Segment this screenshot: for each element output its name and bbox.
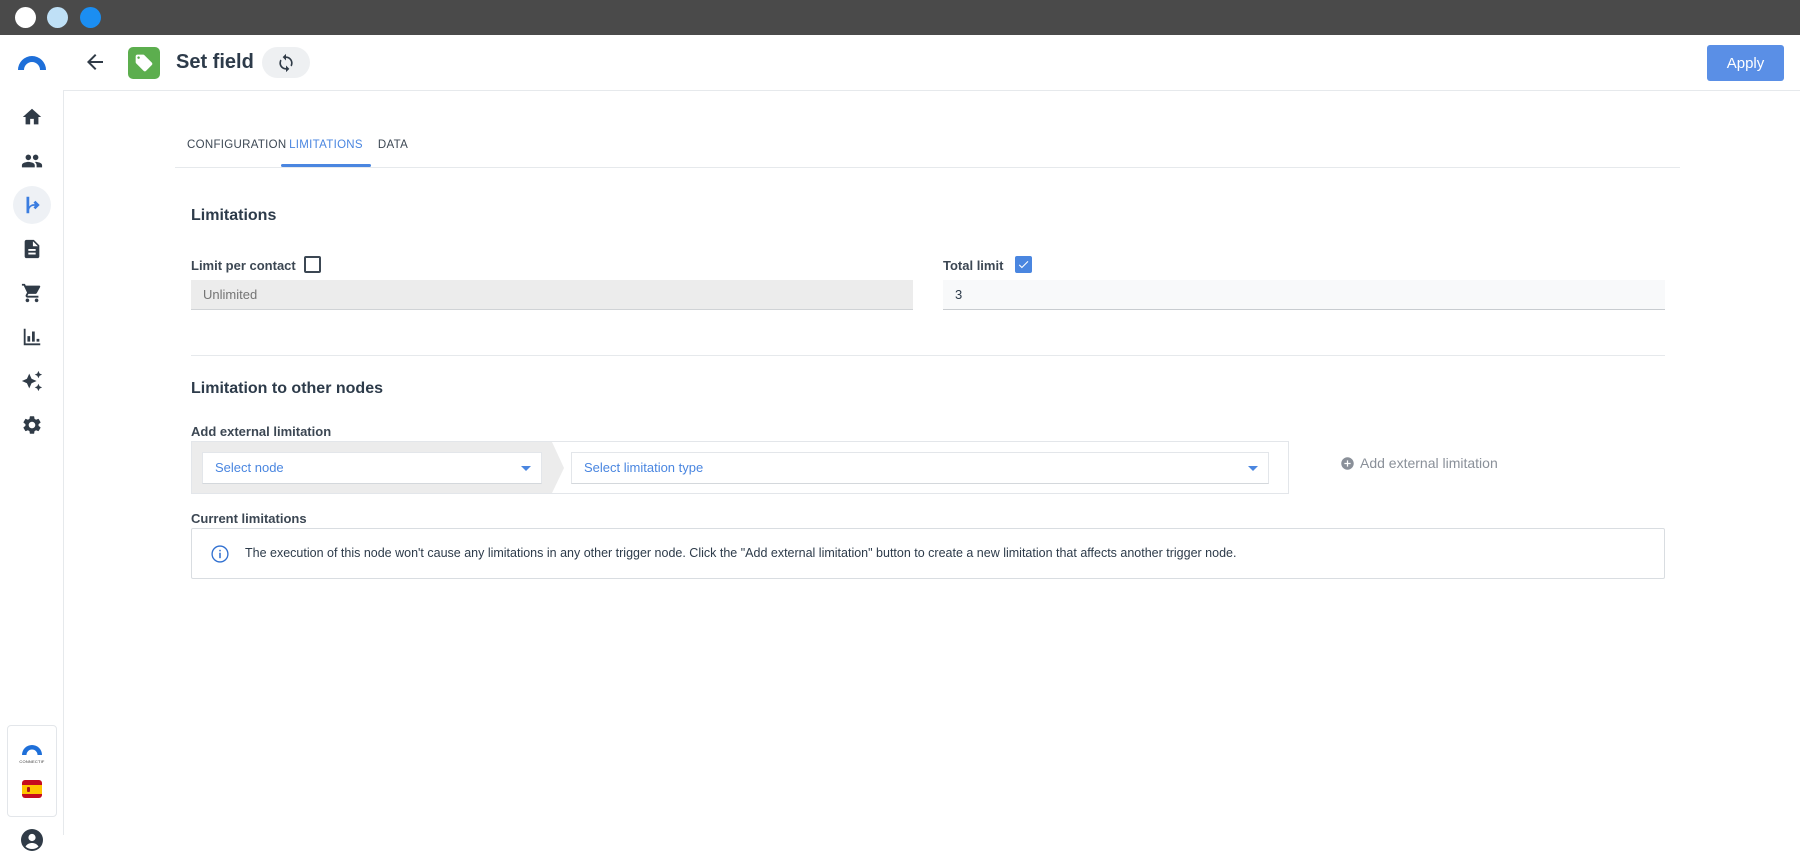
- select-limitation-type-dropdown[interactable]: Select limitation type: [571, 452, 1269, 484]
- sidebar-item-documents[interactable]: [13, 230, 51, 268]
- home-icon: [22, 108, 42, 125]
- swap-node-button[interactable]: [262, 47, 310, 78]
- cart-icon: [21, 283, 41, 303]
- window-maximize-button[interactable]: [80, 7, 101, 28]
- gear-icon: [23, 416, 41, 434]
- sparkles-icon: [21, 370, 43, 392]
- other-nodes-title: Limitation to other nodes: [191, 380, 383, 397]
- tab-bar: CONFIGURATION LIMITATIONS DATA: [175, 130, 1680, 168]
- tag-icon: [135, 54, 153, 72]
- apply-button[interactable]: Apply: [1707, 45, 1784, 81]
- select-node-dropdown[interactable]: Select node: [202, 452, 542, 484]
- flow-branch-icon: [26, 196, 40, 214]
- total-limit-label: Total limit: [943, 258, 1004, 273]
- sidebar-item-home[interactable]: [13, 98, 51, 136]
- app-logo-icon[interactable]: [16, 52, 48, 72]
- add-external-limitation-label: Add external limitation: [191, 424, 332, 439]
- sidebar: CONNECTIF: [0, 35, 64, 851]
- user-profile-icon[interactable]: [20, 828, 44, 852]
- select-limitation-type-placeholder: Select limitation type: [584, 460, 704, 475]
- section-divider: [191, 355, 1665, 356]
- sidebar-item-ai[interactable]: [13, 362, 51, 400]
- limit-per-contact-input[interactable]: [191, 280, 913, 310]
- add-external-limitation-button[interactable]: Add external limitation: [1340, 454, 1498, 472]
- tab-limitations[interactable]: LIMITATIONS: [281, 130, 371, 167]
- tab-configuration[interactable]: CONFIGURATION: [187, 130, 286, 167]
- current-limitations-label: Current limitations: [191, 511, 307, 526]
- total-limit-checkbox[interactable]: [1015, 256, 1032, 273]
- chevron-down-icon: [1248, 466, 1258, 471]
- brand-logo-icon: [22, 745, 42, 755]
- sidebar-item-analytics[interactable]: [13, 318, 51, 356]
- page-title: Set field: [176, 51, 254, 73]
- page-header: Set field Apply: [63, 35, 1800, 91]
- limitations-title: Limitations: [191, 207, 277, 224]
- back-arrow-icon[interactable]: [83, 50, 107, 74]
- spain-flag-icon[interactable]: [22, 780, 42, 798]
- node-type-badge: [128, 47, 160, 79]
- external-limitation-panel: Select node Select limitation type: [191, 441, 1289, 494]
- add-circle-icon: [1341, 456, 1354, 470]
- info-message: The execution of this node won't cause a…: [245, 546, 1237, 560]
- select-node-placeholder: Select node: [215, 460, 284, 475]
- document-icon: [24, 239, 40, 259]
- current-limitations-info: The execution of this node won't cause a…: [191, 528, 1665, 579]
- bar-chart-icon: [23, 328, 41, 346]
- brand-name: CONNECTIF: [19, 759, 45, 764]
- total-limit-input[interactable]: [943, 280, 1665, 310]
- sidebar-item-flows[interactable]: [13, 186, 51, 224]
- window-titlebar: [0, 0, 1800, 35]
- checkmark-icon: [1018, 261, 1029, 269]
- sync-icon: [279, 53, 293, 72]
- account-brand-panel[interactable]: CONNECTIF: [7, 725, 57, 817]
- add-external-limitation-button-label: Add external limitation: [1360, 455, 1498, 471]
- limit-per-contact-checkbox[interactable]: [304, 256, 321, 273]
- people-icon: [21, 154, 43, 168]
- panel-arrow: [552, 442, 564, 493]
- tab-data[interactable]: DATA: [375, 130, 411, 167]
- window-minimize-button[interactable]: [47, 7, 68, 28]
- limit-per-contact-label: Limit per contact: [191, 258, 296, 273]
- sidebar-item-commerce[interactable]: [13, 274, 51, 312]
- sidebar-item-settings[interactable]: [13, 406, 51, 444]
- chevron-down-icon: [521, 466, 531, 471]
- window-close-button[interactable]: [15, 7, 36, 28]
- sidebar-item-contacts[interactable]: [13, 142, 51, 180]
- info-icon: [211, 545, 229, 563]
